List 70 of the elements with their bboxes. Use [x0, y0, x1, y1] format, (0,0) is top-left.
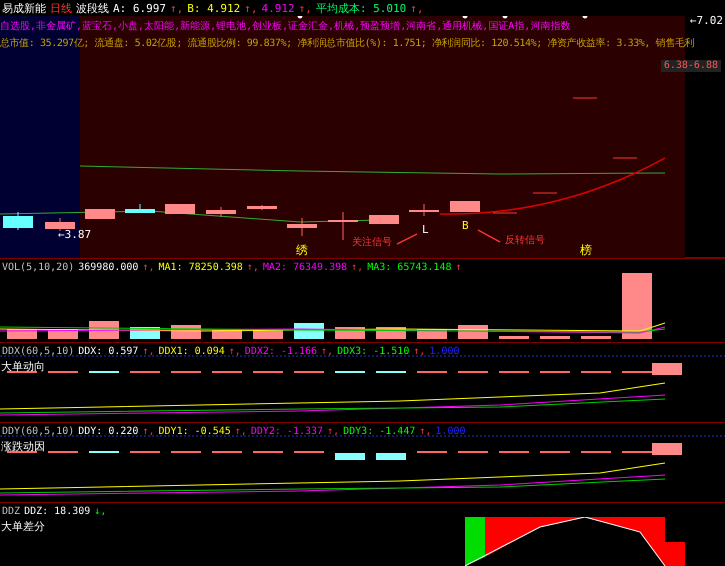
signal-letter: L [422, 224, 429, 235]
indicator-value: MA3: 65743.148 [367, 262, 452, 272]
indicator-value: DDX2: -1.166 [244, 346, 318, 356]
indicator-value: ↑, [228, 346, 241, 356]
indicator-value: DDZ [2, 506, 20, 516]
candlestick [165, 204, 195, 214]
indicator-value: DDX: 0.597 [78, 346, 138, 356]
high-price-label: ←7.02 [690, 15, 723, 26]
indicator-title: 涨跌动因 [1, 439, 45, 454]
indicator-value: ↑, [327, 426, 340, 436]
candlestick [450, 200, 480, 212]
indicator-value: DDY3: -1.447 [343, 426, 416, 436]
indicator-value: DDX(60,5,10) [2, 346, 74, 356]
indicator-value: ↑, [298, 2, 312, 14]
indicator-value: ↑, [142, 346, 155, 356]
signal-label: 反转信号 [505, 236, 545, 246]
indicator-value: ↑, [419, 426, 432, 436]
indicator-value: 波段线 [76, 0, 109, 16]
indicator-value: ↑, [246, 262, 259, 272]
indicator-title: 大单动向 [1, 359, 45, 374]
candlestick [409, 204, 439, 216]
low-price-label: ←3.87 [58, 229, 92, 240]
indicator-title: 大单差分 [1, 519, 45, 534]
candlestick [45, 218, 75, 232]
indicator-value: ↓, [94, 506, 106, 516]
chart-marker: 榜 [580, 244, 592, 256]
indicator-value: 1.000 [429, 346, 460, 356]
indicator-value: DDY: 0.220 [78, 426, 138, 436]
indicator-value: 平均成本: 5.010 [316, 0, 406, 16]
indicator-value: DDX3: -1.510 [337, 346, 410, 356]
indicator-value: A: 6.997 [113, 2, 166, 14]
price-dash [532, 192, 558, 194]
candlestick [3, 212, 33, 230]
candlestick [247, 204, 277, 210]
indicator-value: MA2: 76349.398 [262, 262, 348, 272]
indicator-value: ↑, [234, 426, 247, 436]
indicator-value: DDY1: -0.545 [158, 426, 231, 436]
candlestick [206, 206, 236, 218]
price-dash [492, 212, 518, 214]
candlestick [369, 214, 399, 224]
indicator-value: B: 4.912 [187, 2, 240, 14]
chart-marker: 绣 [296, 244, 308, 256]
indicator-value: ↑, [142, 426, 155, 436]
indicator-value: MA1: 78250.398 [158, 262, 243, 272]
indicator-value: ↑, [321, 346, 334, 356]
indicator-value: ↑, [351, 262, 364, 272]
indicator-value: 易成新能 [2, 0, 46, 16]
candlestick [85, 208, 115, 220]
indicator-value: 4.912 [261, 2, 295, 14]
indicator-value: ↑, [170, 2, 184, 14]
indicator-value: 1.000 [435, 426, 466, 436]
signal-label: 关注信号 [352, 238, 392, 248]
indicator-value: VOL(5,10,20) [2, 262, 74, 272]
indicator-value: 日线 [50, 0, 72, 16]
signal-letter: B [462, 220, 469, 231]
indicator-value: DDY(60,5,10) [2, 426, 74, 436]
indicator-value: 369980.000 [78, 262, 138, 272]
indicator-value: ↑, [142, 262, 155, 272]
indicator-value: DDZ: 18.309 [24, 506, 90, 516]
financials-text: 总市值: 35.297亿; 流通盘: 5.02亿股; 流通股比例: 99.837%; 净利润总市值比(%): 1.751; 净利润同比: 120.514%; 净资产收益率: 3.33%, 销售毛利 [0, 36, 694, 50]
indicator-value: ↑, [244, 2, 258, 14]
indicator-value: DDX1: 0.094 [158, 346, 225, 356]
indicator-value: DDY2: -1.337 [250, 426, 324, 436]
candlestick [125, 204, 155, 214]
indicator-value: ↑ [456, 262, 462, 272]
indicator-value: ↑, [410, 2, 424, 14]
price-range-label: 6.38-6.88 [660, 60, 721, 72]
concept-tags-text: 自选股,非金属矿,蓝宝石,小盘,太阳能,新能源,锂电池,创业板,证金汇金,机械,预盈预增,河南省,通用机械,国证A指,河南指数 [0, 20, 570, 33]
indicator-value: ↑, [413, 346, 426, 356]
candlestick [287, 218, 317, 236]
